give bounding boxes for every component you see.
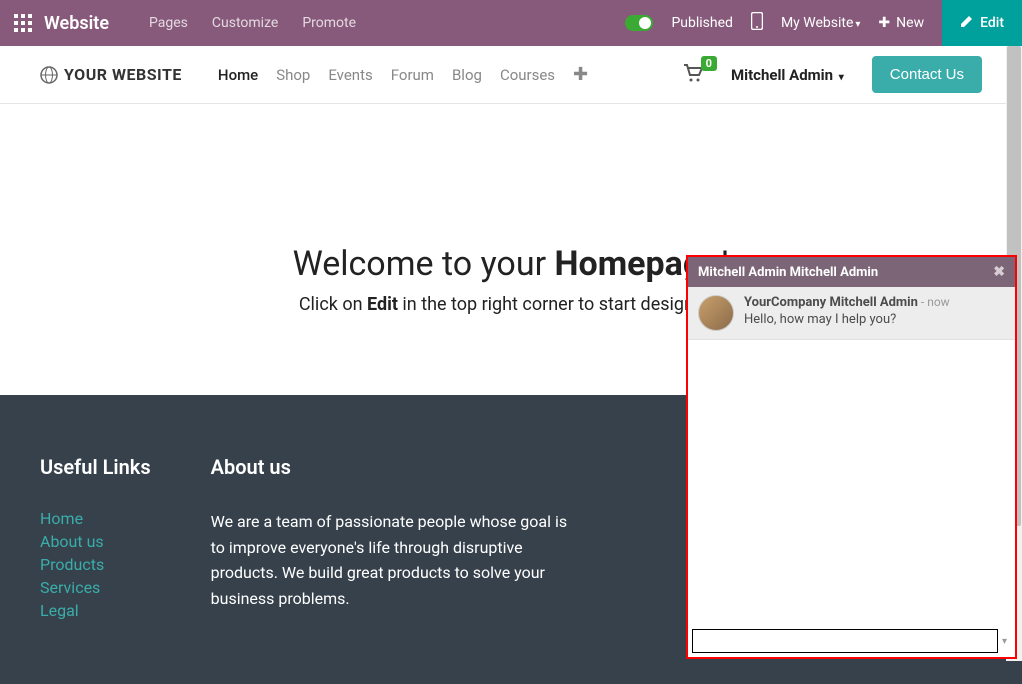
nav-right: 0 Mitchell Admin ▾ Contact Us <box>683 56 982 93</box>
chat-message-body: YourCompany Mitchell Admin - now Hello, … <box>744 295 950 331</box>
pencil-icon <box>960 14 974 32</box>
cart-badge: 0 <box>701 56 717 71</box>
edit-button[interactable]: Edit <box>942 0 1022 46</box>
footer-links-heading: Useful Links <box>40 455 151 479</box>
mobile-preview-icon[interactable] <box>751 12 763 34</box>
chat-popup: Mitchell Admin Mitchell Admin ✖ YourComp… <box>686 255 1017 659</box>
apps-icon[interactable] <box>14 14 32 32</box>
chat-text: Hello, how may I help you? <box>744 312 950 327</box>
menu-promote[interactable]: Promote <box>302 15 356 31</box>
avatar <box>698 295 734 331</box>
chat-from: YourCompany Mitchell Admin <box>744 295 918 310</box>
logo-text: YOUR WEBSITE <box>64 65 182 84</box>
chat-input[interactable] <box>692 629 998 653</box>
chat-time: now <box>927 295 950 309</box>
nav-courses[interactable]: Courses <box>500 66 555 84</box>
top-menu: Pages Customize Promote <box>149 15 356 31</box>
footer-link-products[interactable]: Products <box>40 555 151 574</box>
published-toggle[interactable] <box>625 15 653 31</box>
new-button[interactable]: ✚ New <box>878 15 924 31</box>
chevron-down-icon[interactable]: ▾ <box>998 636 1011 647</box>
footer-link-about[interactable]: About us <box>40 532 151 551</box>
menu-customize[interactable]: Customize <box>212 15 278 31</box>
app-topbar: Website Pages Customize Promote Publishe… <box>0 0 1022 46</box>
cart-button[interactable]: 0 <box>683 64 703 86</box>
chat-message: YourCompany Mitchell Admin - now Hello, … <box>688 287 1015 340</box>
nav-forum[interactable]: Forum <box>391 66 434 84</box>
add-page-icon[interactable]: ✚ <box>573 64 588 85</box>
footer-links-col: Useful Links Home About us Products Serv… <box>40 455 151 624</box>
app-name[interactable]: Website <box>44 13 109 34</box>
nav-shop[interactable]: Shop <box>276 66 310 84</box>
site-logo[interactable]: YOUR WEBSITE <box>40 65 182 84</box>
chat-input-row: ▾ <box>688 625 1015 657</box>
nav-events[interactable]: Events <box>328 66 372 84</box>
published-label: Published <box>671 15 732 31</box>
nav-home[interactable]: Home <box>218 66 258 84</box>
my-website-dropdown[interactable]: My Website▾ <box>781 15 860 31</box>
close-icon[interactable]: ✖ <box>993 264 1005 280</box>
user-dropdown[interactable]: Mitchell Admin ▾ <box>731 66 844 84</box>
chat-header[interactable]: Mitchell Admin Mitchell Admin ✖ <box>688 257 1015 287</box>
footer-about-heading: About us <box>211 455 571 479</box>
footer-link-services[interactable]: Services <box>40 578 151 597</box>
contact-us-button[interactable]: Contact Us <box>872 56 982 93</box>
footer-link-legal[interactable]: Legal <box>40 601 151 620</box>
globe-icon <box>40 66 58 84</box>
footer-about-text: We are a team of passionate people whose… <box>211 509 571 611</box>
menu-pages[interactable]: Pages <box>149 15 188 31</box>
site-navbar: YOUR WEBSITE Home Shop Events Forum Blog… <box>0 46 1022 104</box>
top-right: Published My Website▾ ✚ New Edit <box>625 0 1008 46</box>
nav-links: Home Shop Events Forum Blog Courses ✚ <box>218 64 588 85</box>
nav-blog[interactable]: Blog <box>452 66 482 84</box>
plus-icon: ✚ <box>878 15 890 31</box>
chat-title: Mitchell Admin Mitchell Admin <box>698 265 878 280</box>
footer-link-home[interactable]: Home <box>40 509 151 528</box>
footer-about-col: About us We are a team of passionate peo… <box>211 455 571 624</box>
chat-time-sep: - <box>918 295 927 309</box>
chat-scroll-area <box>688 340 1015 625</box>
